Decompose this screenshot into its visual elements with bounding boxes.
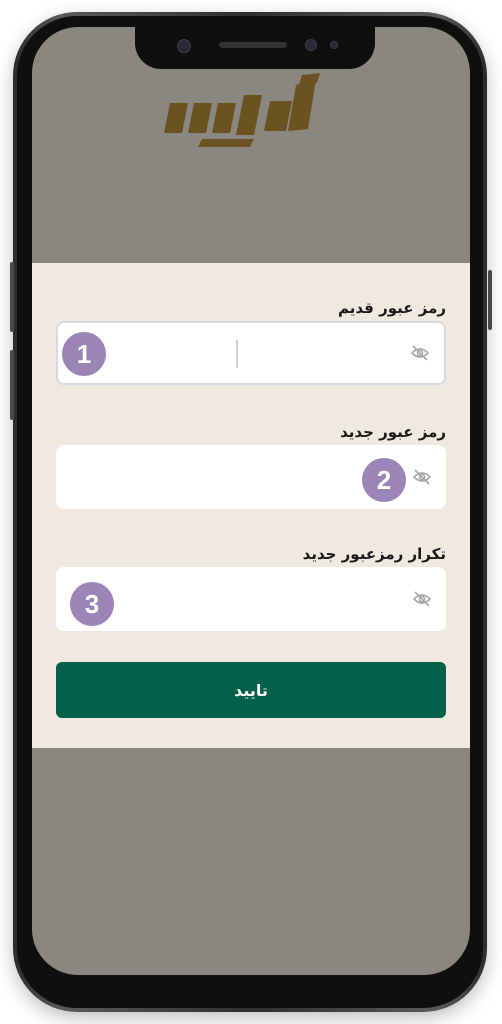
sensor-dot	[305, 39, 317, 51]
confirm-button[interactable]: تایید	[56, 662, 446, 718]
side-button-upper	[10, 262, 14, 332]
change-password-panel: رمز عبور قدیم رمز عبور جدید تکرار رمزعبو…	[32, 263, 470, 748]
side-button-right	[488, 270, 492, 330]
repeat-password-field[interactable]	[56, 567, 446, 631]
repeat-password-label: تکرار رمزعبور جدید	[302, 545, 446, 563]
old-password-label: رمز عبور قدیم	[338, 299, 446, 317]
text-cursor	[236, 340, 238, 368]
marker-badge-3: 3	[70, 582, 114, 626]
notch	[135, 27, 375, 69]
eye-off-icon[interactable]	[410, 343, 430, 363]
side-button-lower	[10, 350, 14, 420]
eye-off-icon[interactable]	[412, 589, 432, 609]
marker-badge-1: 1	[62, 332, 106, 376]
phone-screen: رمز عبور قدیم رمز عبور جدید تکرار رمزعبو…	[32, 27, 470, 975]
sensor-dot	[330, 41, 338, 49]
front-camera	[177, 39, 191, 53]
marker-badge-2: 2	[362, 458, 406, 502]
old-password-field[interactable]	[56, 321, 446, 385]
eye-off-icon[interactable]	[412, 467, 432, 487]
new-password-label: رمز عبور جدید	[340, 423, 446, 441]
brand-logo	[164, 73, 320, 147]
earpiece-speaker	[219, 42, 287, 48]
